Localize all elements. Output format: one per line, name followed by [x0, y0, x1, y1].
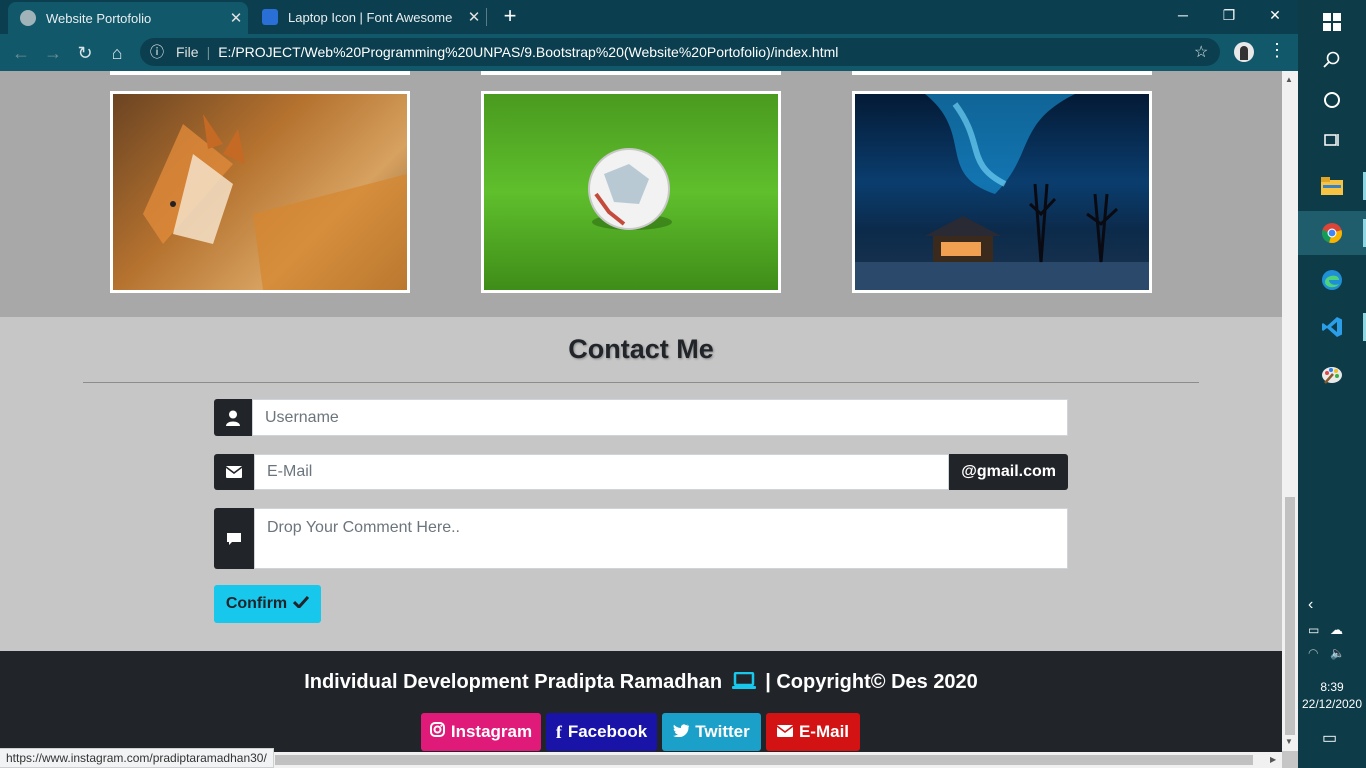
wifi-icon[interactable]: ◠ [1308, 646, 1318, 660]
gallery-image-edge [852, 71, 1152, 75]
contact-divider [83, 382, 1199, 383]
close-tab-icon[interactable]: ✕ [224, 9, 248, 27]
twitter-label: Twitter [695, 722, 750, 741]
tab-separator [486, 8, 487, 26]
profile-avatar[interactable] [1234, 42, 1254, 62]
gallery-image-fox[interactable] [110, 91, 410, 293]
reload-button[interactable]: ↻ [72, 40, 98, 66]
address-bar[interactable]: ⓘ File | E:/PROJECT/Web%20Programming%20… [140, 38, 1220, 66]
horizontal-scroll-thumb[interactable] [275, 755, 1253, 765]
onedrive-cloud-icon[interactable]: ☁ [1330, 622, 1343, 638]
comment-icon [214, 508, 254, 569]
battery-icon[interactable]: ▭ [1308, 623, 1319, 637]
email-button[interactable]: E-Mail [766, 713, 860, 751]
scroll-down-arrow-icon[interactable]: ▼ [1285, 737, 1293, 746]
back-button[interactable]: ← [8, 40, 34, 66]
font-awesome-flag-icon [262, 9, 278, 25]
paint-icon[interactable] [1298, 352, 1366, 396]
gallery-image-edge [110, 71, 410, 75]
fox-image [143, 114, 407, 290]
envelope-icon [214, 454, 254, 490]
chrome-icon[interactable] [1298, 211, 1366, 255]
contact-title: Contact Me [568, 334, 714, 364]
info-icon[interactable]: ⓘ [150, 42, 170, 62]
comment-textarea[interactable]: Drop Your Comment Here.. [254, 508, 1068, 569]
task-view-icon[interactable] [1298, 118, 1366, 162]
edge-icon[interactable] [1298, 258, 1366, 302]
minimize-button[interactable]: ─ [1160, 0, 1206, 30]
footer-copyright: | Copyright© Des 2020 [765, 671, 978, 693]
instagram-button[interactable]: Instagram [421, 713, 541, 751]
email-input[interactable]: E-Mail [254, 454, 950, 490]
browser-window: Website Portofolio ✕ Laptop Icon | Font … [0, 0, 1298, 768]
volume-icon[interactable]: 🔈 [1330, 646, 1345, 660]
check-icon [293, 595, 310, 613]
confirm-label: Confirm [225, 595, 288, 612]
globe-icon [20, 10, 36, 26]
footer-credit: Individual Development Pradipta Ramadhan [304, 671, 723, 693]
tab-website-portofolio[interactable]: Website Portofolio ✕ [8, 2, 248, 34]
tab-title: Laptop Icon | Font Awesome [288, 9, 453, 25]
confirm-button[interactable]: Confirm [214, 585, 321, 623]
url-text[interactable]: E:/PROJECT/Web%20Programming%20UNPAS/9.B… [218, 44, 838, 60]
username-input[interactable]: Username [252, 399, 1068, 436]
forward-button[interactable]: → [40, 40, 66, 66]
new-tab-button[interactable]: + [498, 4, 522, 28]
scroll-right-arrow-icon[interactable]: ▶ [1270, 755, 1276, 764]
omnibox-divider: | [206, 44, 211, 60]
status-bar-url: https://www.instagram.com/pradiptaramadh… [0, 748, 274, 768]
email-label: E-Mail [798, 722, 850, 741]
laptop-icon [731, 671, 756, 696]
soccer-ball-image [588, 148, 672, 230]
comment-group: Drop Your Comment Here.. [214, 508, 1068, 569]
instagram-icon [429, 722, 445, 742]
gallery-image-soccer[interactable] [481, 91, 781, 293]
close-tab-icon[interactable]: ✕ [462, 8, 486, 26]
home-button[interactable]: ⌂ [104, 40, 130, 66]
search-icon[interactable] [1298, 38, 1366, 82]
windows-taskbar: ‹ ▭ ☁ ◠ 🔈 [1298, 0, 1366, 768]
scheme-label: File [176, 44, 199, 60]
twitter-icon [673, 722, 690, 742]
gallery-image-aurora[interactable] [852, 91, 1152, 293]
envelope-icon [776, 722, 794, 742]
tab-strip: Website Portofolio ✕ Laptop Icon | Font … [0, 0, 1298, 34]
close-window-button[interactable]: ✕ [1252, 0, 1298, 30]
show-hidden-icons-chevron-icon[interactable]: ‹ [1308, 596, 1313, 614]
maximize-button[interactable]: ❐ [1206, 0, 1252, 30]
clock-date[interactable]: 22/12/2020 [1298, 697, 1366, 711]
username-group: Username [214, 399, 1068, 436]
footer-text: Individual Development Pradipta Ramadhan… [0, 671, 1282, 696]
aurora-cabin-image [855, 94, 1149, 290]
twitter-button[interactable]: Twitter [662, 713, 761, 751]
vscode-icon[interactable] [1298, 305, 1366, 349]
facebook-icon: f [555, 721, 562, 742]
facebook-button[interactable]: f Facebook [546, 713, 657, 751]
cortana-icon[interactable] [1298, 78, 1366, 122]
scroll-up-arrow-icon[interactable]: ▲ [1285, 75, 1293, 84]
facebook-label: Facebook [567, 722, 648, 741]
browser-menu-icon[interactable]: ⋮ [1268, 40, 1286, 61]
file-explorer-icon[interactable] [1298, 164, 1366, 208]
email-domain-suffix: @gmail.com [949, 454, 1068, 490]
vertical-scroll-thumb[interactable] [1285, 497, 1295, 735]
user-icon [214, 399, 252, 436]
tab-title: Website Portofolio [46, 10, 152, 26]
email-group: E-Mail @gmail.com [214, 454, 1068, 490]
clock-time[interactable]: 8:39 [1298, 680, 1366, 694]
gallery-section [0, 71, 1282, 317]
tab-laptop-icon[interactable]: Laptop Icon | Font Awesome ✕ [250, 0, 486, 34]
bookmark-star-icon[interactable]: ☆ [1194, 42, 1208, 62]
notification-center-icon[interactable]: ▭ [1322, 728, 1337, 748]
web-page: Contact Me Username E-Mail @gmail.com Dr… [0, 71, 1282, 768]
instagram-label: Instagram [450, 722, 533, 741]
gallery-image-edge [481, 71, 781, 75]
